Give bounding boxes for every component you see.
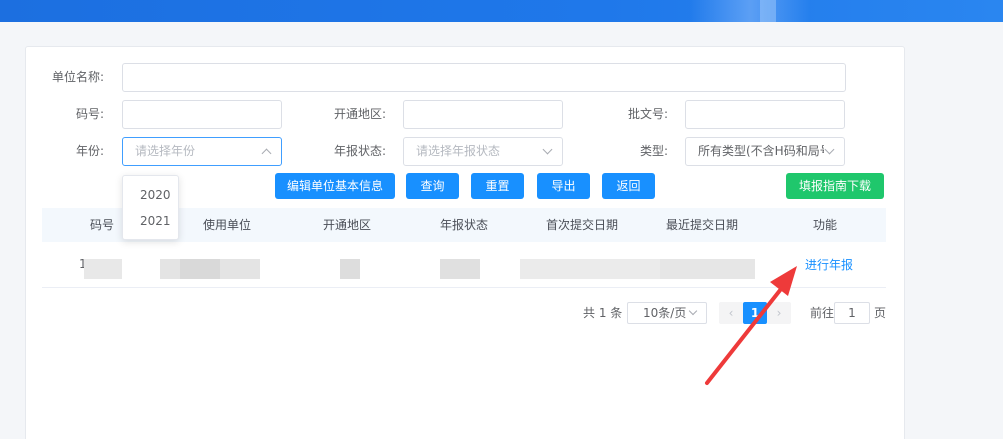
annotation-arrow-icon [705, 266, 797, 385]
